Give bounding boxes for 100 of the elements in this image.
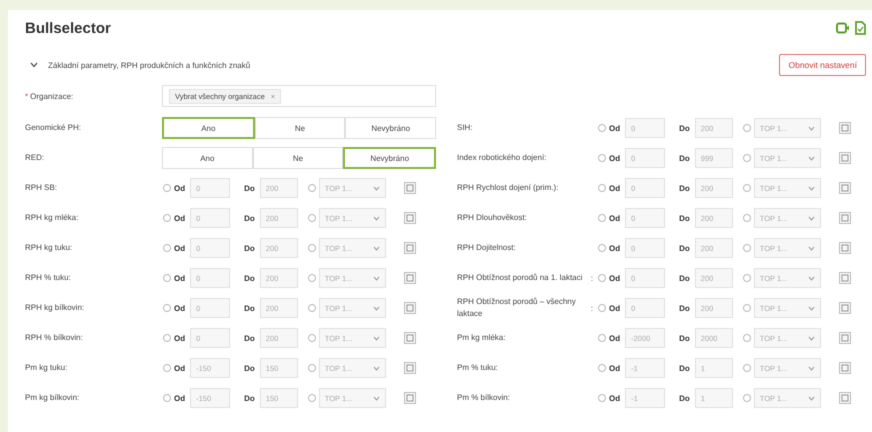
square-icon[interactable] — [404, 302, 416, 314]
square-icon[interactable] — [838, 362, 851, 374]
field-label: Organizace: — [30, 92, 74, 100]
radio-button[interactable] — [308, 184, 316, 192]
square-icon[interactable] — [404, 212, 416, 224]
square-icon[interactable] — [838, 392, 851, 404]
radio-button[interactable] — [742, 334, 751, 342]
caret-icon — [808, 336, 815, 340]
square-icon[interactable] — [838, 212, 851, 224]
caret-icon — [372, 276, 380, 280]
radio-button[interactable] — [163, 364, 171, 372]
field-label: Pm kg mléka: — [457, 332, 506, 344]
from-label: Od — [174, 394, 186, 402]
square-icon[interactable] — [838, 122, 851, 134]
square-icon[interactable] — [838, 182, 851, 194]
square-icon[interactable] — [404, 182, 416, 194]
page-title: Bullselector — [25, 20, 111, 36]
radio-button[interactable] — [163, 244, 171, 252]
to-label: Do — [679, 364, 690, 372]
radio-button[interactable] — [742, 214, 751, 222]
to-label: Do — [244, 214, 255, 222]
radio-button[interactable] — [598, 184, 606, 192]
radio-button[interactable] — [308, 304, 316, 312]
toggle-option[interactable]: Ano — [162, 147, 253, 169]
caret-icon — [372, 186, 380, 190]
radio-button[interactable] — [308, 244, 316, 252]
radio-button[interactable] — [163, 274, 171, 282]
square-icon[interactable] — [838, 332, 851, 344]
square-icon[interactable] — [404, 392, 416, 404]
radio-button[interactable] — [598, 274, 606, 282]
square-icon[interactable] — [404, 362, 416, 374]
caret-icon — [372, 396, 380, 400]
radio-button[interactable] — [163, 304, 171, 312]
to-label: Do — [679, 214, 690, 222]
radio-button[interactable] — [598, 304, 606, 312]
radio-button[interactable] — [742, 394, 751, 402]
from-label: Od — [609, 154, 620, 162]
radio-button[interactable] — [163, 394, 171, 402]
to-label: Do — [244, 394, 255, 402]
radio-button[interactable] — [742, 154, 751, 162]
radio-button[interactable] — [308, 334, 316, 342]
square-icon[interactable] — [404, 332, 416, 344]
square-icon[interactable] — [838, 152, 851, 164]
toggle-option[interactable]: Ne — [254, 117, 346, 139]
toggle-option[interactable]: Nevybráno — [345, 117, 436, 139]
radio-button[interactable] — [308, 274, 316, 282]
radio-button[interactable] — [742, 364, 751, 372]
from-label: Od — [609, 334, 620, 342]
caret-icon — [372, 216, 380, 220]
from-label: Od — [174, 334, 186, 342]
radio-button[interactable] — [598, 244, 606, 252]
from-label: Od — [609, 394, 620, 402]
document-icon[interactable] — [855, 21, 866, 35]
radio-button[interactable] — [308, 364, 316, 372]
toggle-option[interactable]: Ne — [252, 147, 344, 169]
toggle-option[interactable]: Ano — [162, 117, 255, 139]
square-icon[interactable] — [404, 242, 416, 254]
radio-button[interactable] — [598, 364, 606, 372]
to-label: Do — [244, 334, 255, 342]
reset-button[interactable]: Obnovit nastavení — [779, 54, 866, 76]
radio-button[interactable] — [742, 274, 751, 282]
chevron-icon[interactable] — [30, 62, 38, 68]
radio-button[interactable] — [742, 244, 751, 252]
from-label: Od — [609, 274, 620, 282]
toggle-option[interactable]: Nevybráno — [343, 147, 436, 169]
radio-button[interactable] — [598, 154, 606, 162]
square-icon[interactable] — [838, 302, 851, 314]
video-camera-icon[interactable] — [836, 22, 850, 34]
radio-button[interactable] — [163, 184, 171, 192]
field-label: RPH Dojitelnost: — [457, 242, 516, 254]
radio-button[interactable] — [742, 304, 751, 312]
radio-button[interactable] — [598, 394, 606, 402]
field-label: SIH: — [457, 122, 473, 134]
square-icon[interactable] — [404, 272, 416, 284]
radio-button[interactable] — [598, 124, 606, 132]
radio-button[interactable] — [308, 214, 316, 222]
radio-button[interactable] — [308, 394, 316, 402]
to-label: Do — [679, 304, 690, 312]
caret-icon — [372, 306, 380, 310]
field-label: RPH kg mléka: — [25, 213, 78, 222]
caret-icon — [808, 246, 815, 250]
from-label: Od — [174, 244, 186, 252]
radio-button[interactable] — [163, 334, 171, 342]
to-label: Do — [244, 184, 255, 192]
field-label: RPH Rychlost dojení (prim.): — [457, 182, 558, 194]
to-label: Do — [244, 274, 255, 282]
section-title[interactable]: Základní parametry, RPH produkčních a funkčních znaků — [48, 60, 250, 70]
to-label: Do — [244, 304, 255, 312]
caret-icon — [808, 366, 815, 370]
square-icon[interactable] — [838, 272, 851, 284]
to-label: Do — [679, 184, 690, 192]
radio-button[interactable] — [742, 184, 751, 192]
caret-icon — [372, 246, 380, 250]
square-icon[interactable] — [838, 242, 851, 254]
radio-button[interactable] — [598, 334, 606, 342]
radio-button[interactable] — [742, 124, 751, 132]
radio-button[interactable] — [163, 214, 171, 222]
radio-button[interactable] — [598, 214, 606, 222]
to-label: Do — [679, 274, 690, 282]
caret-icon — [372, 336, 380, 340]
